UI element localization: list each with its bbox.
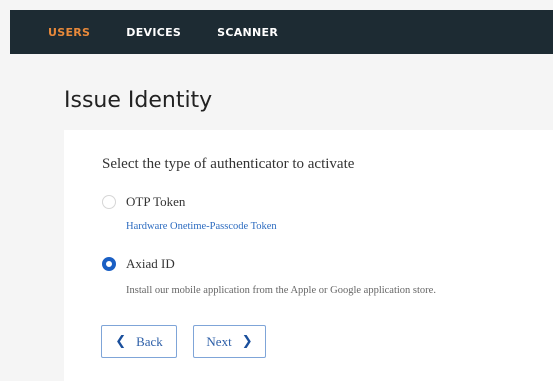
next-button[interactable]: Next ❯ bbox=[193, 325, 266, 358]
tab-devices[interactable]: DEVICES bbox=[126, 26, 181, 39]
top-nav-bar: USERS DEVICES SCANNER bbox=[10, 10, 553, 54]
page-title: Issue Identity bbox=[64, 88, 213, 113]
authenticator-question: Select the type of authenticator to acti… bbox=[102, 156, 355, 172]
next-button-label: Next bbox=[206, 333, 232, 349]
tab-scanner[interactable]: SCANNER bbox=[217, 26, 278, 39]
back-button[interactable]: ❮ Back bbox=[101, 325, 177, 358]
back-button-label: Back bbox=[136, 333, 163, 349]
axiad-id-description: Install our mobile application from the … bbox=[126, 285, 436, 296]
chevron-right-icon: ❯ bbox=[241, 334, 253, 349]
otp-token-radio[interactable] bbox=[102, 195, 116, 209]
axiad-id-label: Axiad ID bbox=[126, 256, 175, 271]
authenticator-card: Select the type of authenticator to acti… bbox=[64, 130, 553, 381]
chevron-left-icon: ❮ bbox=[115, 334, 127, 349]
otp-token-description: Hardware Onetime-Passcode Token bbox=[126, 221, 277, 232]
tab-users[interactable]: USERS bbox=[48, 26, 90, 39]
option-axiad-id[interactable]: Axiad ID bbox=[102, 256, 175, 272]
axiad-id-radio[interactable] bbox=[102, 257, 116, 271]
otp-token-label: OTP Token bbox=[126, 194, 186, 209]
option-otp-token[interactable]: OTP Token bbox=[102, 194, 185, 210]
